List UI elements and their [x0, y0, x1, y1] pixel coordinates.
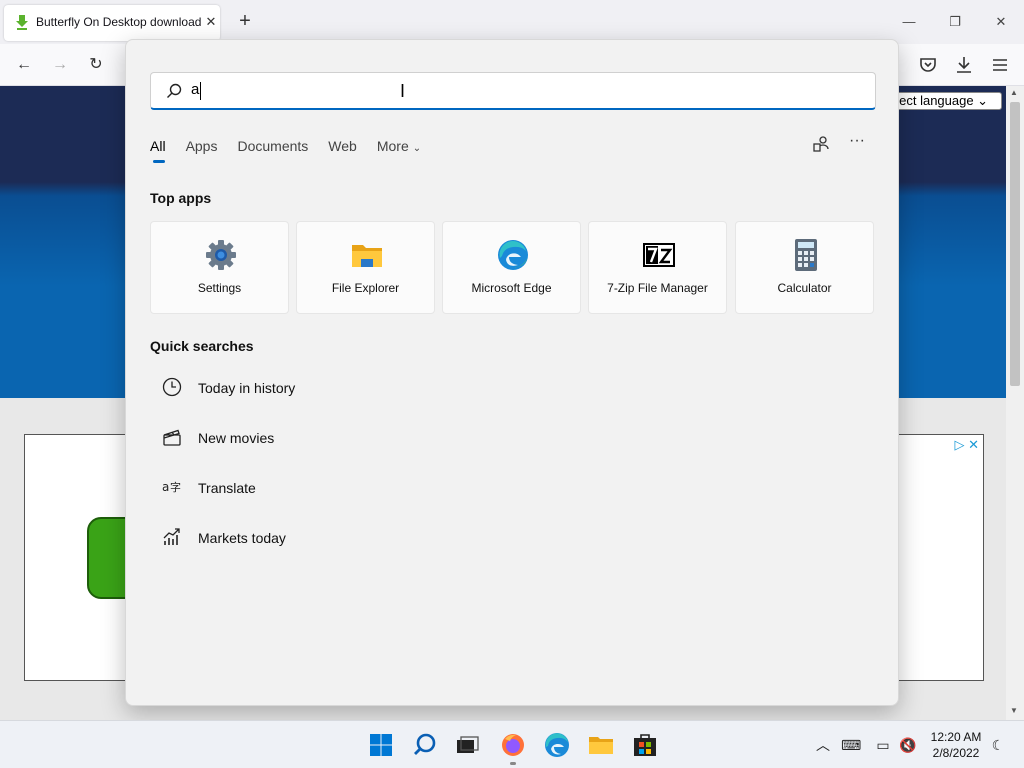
tab-more[interactable]: More ⌄ — [377, 136, 421, 164]
back-arrow-icon[interactable]: ← — [12, 53, 36, 77]
forward-arrow-icon[interactable]: → — [48, 53, 72, 77]
ad-choices-icon[interactable]: ▷ ✕ — [954, 437, 979, 453]
focus-assist-moon-icon[interactable]: ☾ — [988, 735, 1008, 755]
minimize-button[interactable]: — — [895, 8, 923, 36]
tab-web[interactable]: Web — [328, 136, 357, 164]
top-apps-heading: Top apps — [150, 190, 212, 206]
quick-search-translate[interactable]: a 字 Translate — [150, 472, 876, 522]
svg-text:字: 字 — [170, 480, 181, 494]
browser-tab[interactable]: Butterfly On Desktop download ✕ — [4, 5, 220, 41]
quick-search-today-in-history[interactable]: Today in history — [150, 372, 876, 422]
restore-button[interactable]: ❐ — [941, 8, 969, 36]
download-favicon-icon — [16, 15, 28, 30]
taskbar-search-icon[interactable] — [411, 731, 439, 759]
top-apps-grid: Settings File Explorer Microsoft Edge 7-… — [150, 221, 876, 314]
folder-icon — [352, 245, 382, 267]
tray-chevron-up-icon[interactable]: ︿ — [813, 735, 833, 755]
close-window-button[interactable]: ✕ — [987, 8, 1015, 36]
clock-date: 2/8/2022 — [932, 746, 980, 760]
app-tile-7zip[interactable]: 7-Zip File Manager — [588, 221, 727, 314]
quick-search-label: Markets today — [198, 530, 286, 546]
text-caret — [200, 82, 201, 100]
tab-apps[interactable]: Apps — [186, 136, 218, 164]
volume-muted-icon[interactable]: 🔇 — [898, 735, 918, 755]
account-switch-icon[interactable] — [812, 134, 832, 154]
search-input[interactable]: a — [191, 81, 831, 101]
quick-search-label: New movies — [198, 430, 275, 446]
quick-search-new-movies[interactable]: New movies — [150, 422, 876, 472]
pocket-icon[interactable] — [916, 53, 940, 77]
taskbar-active-indicator — [510, 762, 516, 765]
menu-hamburger-icon[interactable] — [988, 53, 1012, 77]
quick-search-label: Translate — [198, 480, 256, 496]
reload-icon[interactable]: ↻ — [84, 53, 108, 77]
desktop: Butterfly On Desktop download ✕ + — ❐ ✕ … — [0, 0, 1024, 768]
scroll-thumb[interactable] — [1010, 102, 1020, 386]
windows-start-icon[interactable] — [367, 731, 395, 759]
tab-documents[interactable]: Documents — [237, 136, 308, 164]
microsoft-store-icon[interactable] — [631, 731, 659, 759]
taskbar-file-explorer-icon[interactable] — [587, 731, 615, 759]
app-tile-file-explorer[interactable]: File Explorer — [296, 221, 435, 314]
app-tile-calculator[interactable]: Calculator — [735, 221, 874, 314]
scroll-up-icon[interactable]: ▲ — [1010, 88, 1018, 97]
calculator-icon — [795, 239, 817, 271]
more-options-icon[interactable]: ··· — [847, 132, 867, 152]
app-tile-label: Microsoft Edge — [471, 281, 552, 295]
new-tab-button[interactable]: + — [233, 10, 257, 34]
scroll-down-icon[interactable]: ▼ — [1010, 706, 1018, 715]
quick-searches-list: Today in history New movies a 字 Translat… — [150, 372, 876, 572]
app-tile-label: 7-Zip File Manager — [607, 281, 708, 295]
translate-icon: a 字 — [162, 480, 181, 494]
7zip-icon — [643, 243, 675, 267]
quick-searches-heading: Quick searches — [150, 338, 254, 354]
tab-close-icon[interactable]: ✕ — [203, 14, 219, 30]
chevron-down-icon: ⌄ — [412, 143, 422, 154]
search-icon — [167, 83, 182, 98]
downloads-icon[interactable] — [952, 53, 976, 77]
search-flyout: a I All Apps Documents Web More ⌄ ··· Top… — [125, 39, 899, 706]
quick-search-label: Today in history — [198, 380, 296, 396]
ibeam-cursor-icon: I — [400, 81, 406, 101]
search-box[interactable]: a I — [150, 72, 876, 110]
firefox-icon[interactable] — [499, 731, 527, 759]
app-tile-label: Settings — [197, 281, 242, 295]
chart-icon — [163, 528, 180, 545]
keyboard-icon[interactable]: ⌨ — [841, 735, 861, 755]
app-tile-microsoft-edge[interactable]: Microsoft Edge — [442, 221, 581, 314]
edge-icon — [498, 240, 528, 270]
app-tile-label: Calculator — [777, 281, 832, 295]
tab-more-label: More — [376, 138, 409, 154]
taskbar: ︿ ⌨ ▭ 🔇 12:20 AM 2/8/2022 ☾ — [0, 720, 1024, 768]
app-tile-settings[interactable]: Settings — [150, 221, 289, 314]
settings-gear-icon — [206, 240, 236, 270]
quick-search-markets-today[interactable]: Markets today — [150, 522, 876, 572]
page-scrollbar[interactable]: ▲ ▼ — [1006, 86, 1024, 720]
language-select[interactable]: elect language ⌄ — [884, 92, 1002, 110]
task-view-icon[interactable] — [453, 731, 481, 759]
svg-text:a: a — [162, 480, 169, 494]
clock-icon — [162, 377, 182, 397]
app-tile-label: File Explorer — [331, 281, 400, 295]
browser-tab-bar: Butterfly On Desktop download ✕ + — ❐ ✕ — [0, 0, 1024, 44]
clapperboard-icon — [163, 429, 181, 446]
tab-title: Butterfly On Desktop download — [36, 15, 201, 29]
taskbar-edge-icon[interactable] — [543, 731, 571, 759]
taskbar-clock[interactable]: 12:20 AM 2/8/2022 — [922, 729, 990, 761]
search-filter-tabs: All Apps Documents Web More ⌄ — [150, 136, 441, 164]
tab-all[interactable]: All — [150, 136, 166, 164]
network-icon[interactable]: ▭ — [873, 735, 893, 755]
clock-time: 12:20 AM — [930, 730, 982, 744]
